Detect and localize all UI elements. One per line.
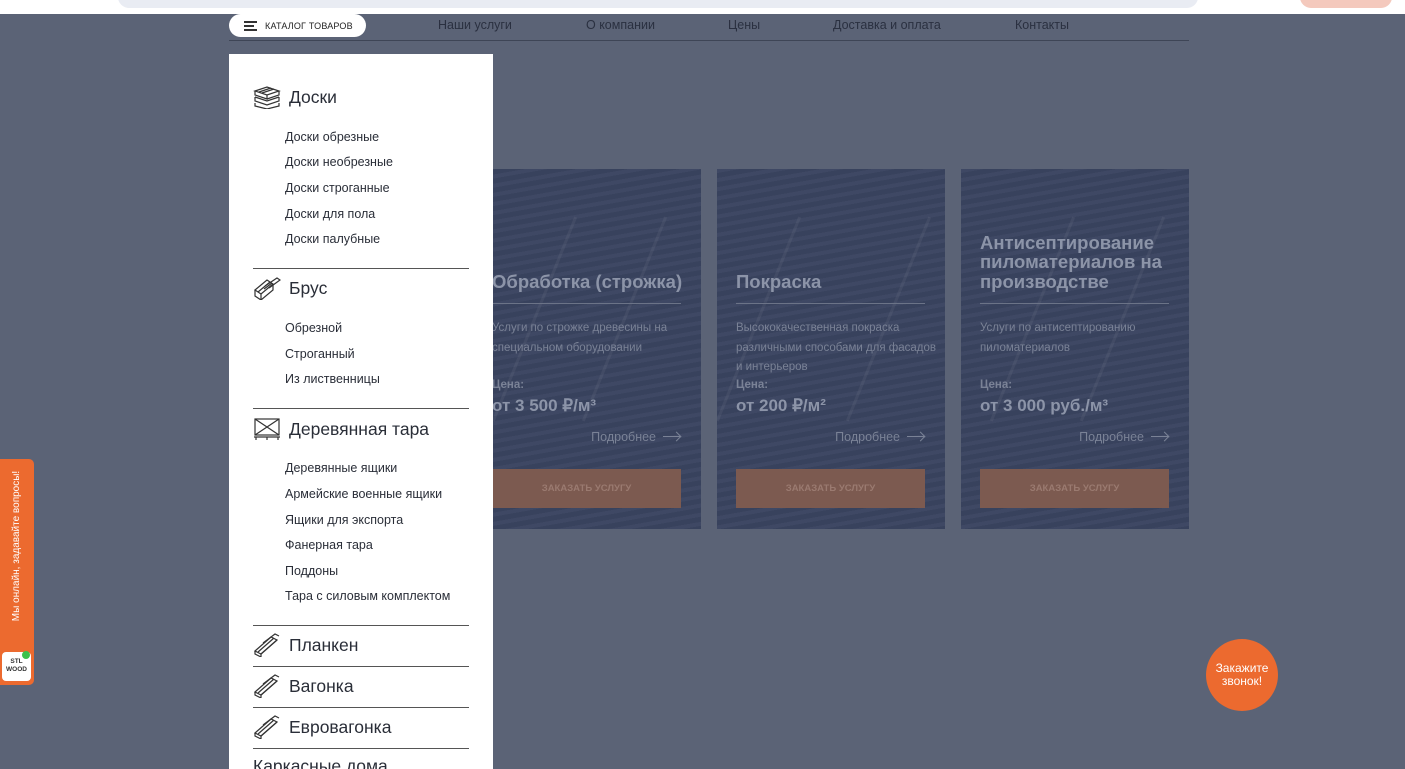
callback-button[interactable]: Закажите звонок!	[1206, 639, 1278, 711]
menu-category-eurovagonka[interactable]: Евровагонка	[253, 715, 391, 739]
menu-category-frame-houses[interactable]: Каркасные дома	[253, 756, 388, 769]
order-service-button[interactable]: ЗАКАЗАТЬ УСЛУГУ	[980, 469, 1169, 508]
nav-link-services[interactable]: Наши услуги	[438, 18, 512, 32]
card-price: от 3 500 ₽/м³	[492, 396, 597, 415]
menu-category-label: Брус	[289, 277, 328, 298]
menu-item[interactable]: Ящики для экспорта	[285, 513, 403, 527]
menu-category-wooden-containers[interactable]: Деревянная тара	[253, 417, 429, 441]
hamburger-icon	[244, 21, 257, 31]
browser-top-strip	[0, 0, 1405, 14]
boards-icon	[253, 86, 281, 109]
card-description: Высококачественная покраска различными с…	[736, 322, 937, 373]
menu-category-boards[interactable]: Доски	[253, 85, 337, 109]
arrow-right-icon	[663, 431, 682, 442]
nav-link-delivery[interactable]: Доставка и оплата	[833, 18, 941, 32]
card-more-link[interactable]: Подробнее	[835, 430, 926, 444]
card-divider	[492, 303, 681, 304]
menu-category-label: Планкен	[289, 634, 359, 655]
card-more-link[interactable]: Подробнее	[1079, 430, 1170, 444]
menu-category-beam[interactable]: Брус	[253, 276, 327, 300]
card-more-label: Подробнее	[591, 430, 656, 444]
menu-item[interactable]: Строганный	[285, 347, 355, 361]
card-more-link[interactable]: Подробнее	[591, 430, 682, 444]
card-title: Обработка (строжка)	[492, 270, 683, 292]
card-price-label: Цена:	[980, 379, 1013, 391]
menu-divider	[253, 666, 469, 667]
top-search-bar[interactable]	[118, 0, 1198, 8]
card-title: Антисептирование пиломатериалов на произ…	[980, 231, 1162, 292]
service-card-planing: Обработка (строжка) Услуги по строжке др…	[473, 169, 701, 529]
service-card-antiseptic: Антисептирование пиломатериалов на произ…	[961, 169, 1189, 529]
menu-divider	[253, 625, 469, 626]
pallet-icon	[254, 418, 280, 440]
card-description: Услуги по строжке древесины на специальн…	[492, 322, 668, 354]
planks-icon	[253, 633, 280, 657]
menu-category-label: Деревянная тара	[289, 418, 430, 439]
catalog-button-label: КАТАЛОГ ТОВАРОВ	[265, 20, 353, 31]
card-more-label: Подробнее	[835, 430, 900, 444]
nav-link-about[interactable]: О компании	[586, 18, 655, 32]
menu-category-label: Вагонка	[289, 675, 354, 696]
planks-icon	[253, 674, 280, 698]
menu-item[interactable]: Фанерная тара	[285, 538, 373, 552]
online-chat-widget[interactable]: Мы онлайн, задавайте вопросы! STL WOOD	[0, 459, 34, 685]
card-price-label: Цена:	[736, 379, 769, 391]
chat-widget-text: Мы онлайн, задавайте вопросы!	[11, 470, 22, 622]
menu-item[interactable]: Доски для пола	[285, 207, 375, 221]
catalog-button[interactable]: КАТАЛОГ ТОВАРОВ	[229, 14, 366, 37]
card-more-label: Подробнее	[1079, 430, 1144, 444]
menu-divider	[253, 707, 469, 708]
card-description: Услуги по антисептированию пиломатериало…	[980, 322, 1136, 354]
card-price: от 200 ₽/м²	[736, 396, 826, 415]
nav-link-contacts[interactable]: Контакты	[1015, 18, 1069, 32]
menu-item[interactable]: Деревянные ящики	[285, 461, 397, 475]
menu-item[interactable]: Доски строганные	[285, 181, 390, 195]
top-action-button[interactable]	[1300, 0, 1392, 8]
card-divider	[980, 303, 1169, 304]
menu-category-planken[interactable]: Планкен	[253, 633, 358, 657]
main-nav: КАТАЛОГ ТОВАРОВ Наши услуги О компании Ц…	[229, 14, 1189, 41]
menu-item[interactable]: Тара с силовым комплектом	[285, 589, 450, 603]
menu-divider	[253, 268, 469, 269]
menu-item[interactable]: Поддоны	[285, 564, 338, 578]
planks-icon	[253, 715, 280, 739]
menu-item[interactable]: Армейские военные ящики	[285, 487, 442, 501]
menu-category-label: Доски	[289, 86, 337, 107]
order-service-button[interactable]: ЗАКАЗАТЬ УСЛУГУ	[492, 469, 681, 508]
service-card-painting: Покраска Высококачественная покраска раз…	[717, 169, 945, 529]
menu-item[interactable]: Доски необрезные	[285, 155, 393, 169]
beam-icon	[253, 277, 281, 300]
nav-link-prices[interactable]: Цены	[728, 18, 760, 32]
catalog-dropdown: Доски Доски обрезные Доски необрезные До…	[229, 54, 493, 769]
online-status-dot	[22, 651, 30, 659]
order-service-button[interactable]: ЗАКАЗАТЬ УСЛУГУ	[736, 469, 925, 508]
menu-item[interactable]: Доски обрезные	[285, 130, 379, 144]
menu-category-label: Евровагонка	[289, 716, 392, 737]
card-price: от 3 000 руб./м³	[980, 396, 1109, 415]
menu-item[interactable]: Из лиственницы	[285, 372, 380, 386]
menu-item[interactable]: Доски палубные	[285, 232, 380, 246]
card-title: Покраска	[736, 270, 822, 292]
arrow-right-icon	[1151, 431, 1170, 442]
menu-item[interactable]: Обрезной	[285, 321, 342, 335]
menu-category-vagonka[interactable]: Вагонка	[253, 674, 354, 698]
menu-category-label: Каркасные дома	[253, 756, 388, 769]
arrow-right-icon	[907, 431, 926, 442]
card-price-label: Цена:	[492, 379, 525, 391]
menu-divider	[253, 408, 469, 409]
menu-divider	[253, 748, 469, 749]
card-divider	[736, 303, 925, 304]
